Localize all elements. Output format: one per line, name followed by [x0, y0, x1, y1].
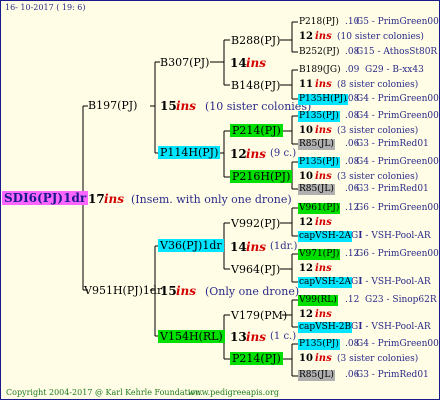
root-ins-num: 17	[88, 192, 105, 206]
gen4-line: G4 - PrimGreen00	[356, 94, 439, 104]
v154h-num: 13	[230, 330, 247, 344]
gen4-ins-note: (3 sister colonies)	[337, 354, 419, 364]
v154h-ins: ins	[246, 330, 267, 344]
v951h-name: V951H(PJ)1dr	[84, 284, 163, 297]
gen4-ins-label: ins	[315, 31, 332, 42]
gen4-name: R85(JL)	[298, 370, 335, 381]
b197-num: 15	[160, 99, 177, 113]
gen4-line: G4 - PrimGreen00	[356, 157, 439, 167]
gen4-name: R85(JL)	[298, 184, 335, 195]
v964-name: V964(PJ)	[231, 263, 281, 276]
gen4-line: I - VSH-Pool-AR	[359, 277, 431, 287]
gen4-name: capVSH-2A	[298, 277, 352, 288]
gen4-ins-note: (3 sister colonies)	[337, 172, 419, 182]
gen4-ins-label: ins	[315, 171, 332, 182]
v36-note: (1dr.)	[270, 241, 298, 252]
gen4-line: I - VSH-Pool-AR	[359, 322, 431, 332]
gen4-name: V99(RL)	[298, 295, 338, 306]
gen4-name: B252(PJ)	[299, 47, 340, 57]
report-date: 16- 10-2017 ( 19: 6)	[5, 3, 86, 12]
gen4-ins-label: ins	[315, 79, 332, 90]
p114h-note: (9 c.)	[270, 148, 297, 159]
gen4-line: G3 - PrimRed01	[356, 370, 429, 380]
gen4-line: G3 - PrimRed01	[356, 184, 429, 194]
v951h-ins: ins	[176, 284, 197, 298]
gen4-line: G23 - Sinop62R	[365, 295, 437, 305]
gen4-ins-note: (8 sister colonies)	[337, 80, 419, 90]
p214-2-name: P214(PJ)	[230, 352, 283, 365]
p214-1-name: P214(PJ)	[230, 124, 283, 137]
gen4-name: R85(JL)	[298, 139, 335, 150]
v154h-note: (1 c.)	[270, 331, 297, 342]
root-queen: SDI6(PJ)1dr	[2, 191, 89, 205]
gen4-line: I - VSH-Pool-AR	[359, 231, 431, 241]
gen4-name: P135(PJ)	[298, 111, 340, 122]
gen4-ins-num: 12	[299, 31, 313, 42]
v36-name: V36(PJ)1dr	[158, 239, 224, 252]
v951h-num: 15	[160, 284, 177, 298]
gen4-ins-num: 12	[299, 217, 313, 228]
footer-url: www.pedigreeapis.org	[188, 388, 279, 397]
v36-num: 14	[230, 240, 247, 254]
root-ins-note: (Insem. with only one drone)	[131, 193, 292, 206]
gen4-name: V971(PJ)	[298, 249, 341, 260]
gen4-ins-num: 10	[299, 353, 313, 364]
b197-ins: ins	[176, 99, 197, 113]
gen4-ins-label: ins	[315, 125, 332, 136]
gen4-name: P135H(PJ)	[298, 94, 348, 105]
b307-ins: ins	[246, 56, 267, 70]
gen4-ins-num: 12	[299, 263, 313, 274]
gen4-line: G4 - PrimGreen00	[356, 111, 439, 121]
b307-name: B307(PJ)	[160, 56, 210, 69]
gen4-name: capVSH-2A	[298, 231, 352, 242]
gen4-ins-label: ins	[315, 353, 332, 364]
b288-name: B288(PJ)	[231, 34, 281, 47]
gen4-ins-label: ins	[315, 217, 332, 228]
gen4-line: G6 - PrimGreen00	[356, 203, 439, 213]
gen4-name: V961(PJ)	[298, 203, 341, 214]
gen4-line: G5 - PrimGreen00	[356, 17, 439, 27]
p114h-name: P114H(PJ)	[158, 146, 221, 159]
gen4-line: G29 - B-xx43	[365, 65, 424, 75]
v951h-note: (Only one drone)	[205, 285, 300, 298]
p114h-ins: ins	[246, 147, 267, 161]
gen4-ins-num: 11	[299, 79, 313, 90]
gen4-line: G4 - PrimGreen00	[356, 339, 439, 349]
gen4-name: capVSH-2B	[298, 322, 353, 333]
b197-name: B197(PJ)	[88, 99, 138, 112]
gen4-code: .09	[345, 65, 360, 75]
v154h-name: V154H(RL)	[158, 330, 225, 343]
b148-name: B148(PJ)	[231, 79, 281, 92]
gen4-line: G3 - PrimRed01	[356, 139, 429, 149]
gen4-name: P135(PJ)	[298, 339, 340, 350]
gen4-ins-note: (10 sister colonies)	[337, 32, 424, 42]
footer-copyright: Copyright 2004-2017 @ Karl Kehrle Founda…	[6, 388, 203, 397]
gen4-code: .12	[345, 295, 360, 305]
v36-ins: ins	[246, 240, 267, 254]
p114h-num: 12	[230, 147, 247, 161]
gen4-ins-note: (3 sister colonies)	[337, 126, 419, 136]
gen4-name: P135(PJ)	[298, 157, 340, 168]
gen4-ins-num: 12	[299, 309, 313, 320]
gen4-ins-num: 10	[299, 125, 313, 136]
gen4-ins-label: ins	[315, 263, 332, 274]
gen4-ins-label: ins	[315, 309, 332, 320]
b197-note: (10 sister colonies)	[205, 100, 312, 113]
v179-name: V179(PM)	[231, 309, 288, 322]
v992-name: V992(PJ)	[231, 217, 281, 230]
p216h-name: P216H(PJ)	[230, 170, 293, 183]
root-ins-label: ins	[104, 192, 125, 206]
gen4-name: B189(JG)	[299, 65, 341, 75]
gen4-line: G15 - AthosSt80R	[356, 47, 438, 57]
b307-num: 14	[230, 56, 247, 70]
gen4-ins-num: 10	[299, 171, 313, 182]
gen4-line: G6 - PrimGreen00	[356, 249, 439, 259]
gen4-name: P218(PJ)	[299, 17, 339, 27]
